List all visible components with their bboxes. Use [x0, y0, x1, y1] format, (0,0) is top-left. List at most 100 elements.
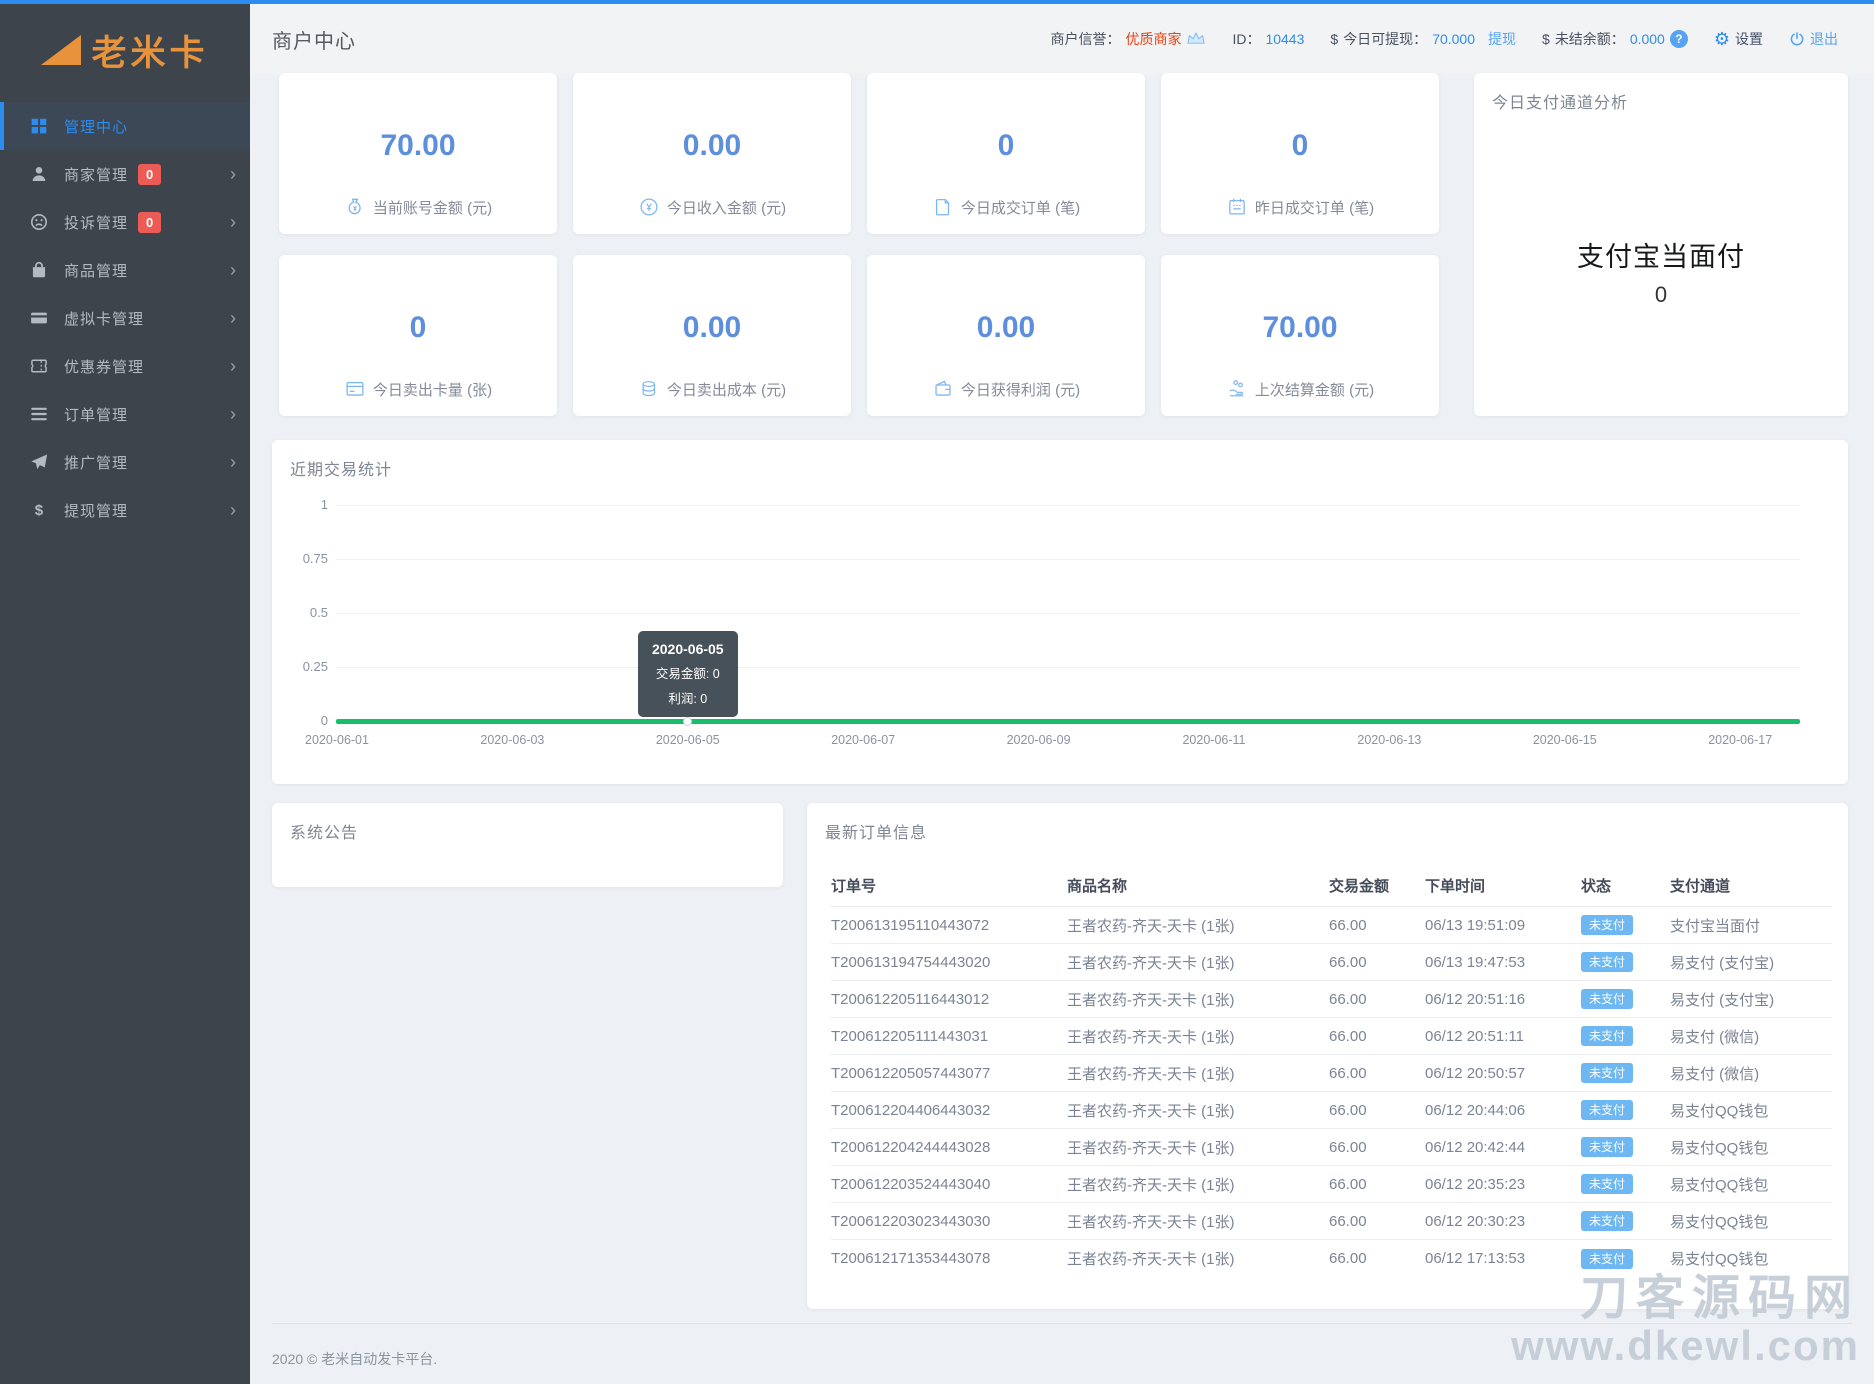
sidebar-item-coupon[interactable]: 优惠券管理 ›: [0, 342, 250, 390]
chevron-right-icon: ›: [230, 164, 236, 184]
column-header: 状态: [1581, 878, 1612, 895]
table-row: T200612203023443030 王者农药-齐天-天卡 (1张) 66.00 0…: [831, 1203, 1832, 1240]
cell-product: 王者农药-齐天-天卡 (1张): [1067, 1139, 1235, 1157]
id-value: 10443: [1265, 31, 1305, 47]
cell-amount: 66.00: [1329, 1212, 1367, 1230]
stat-value: 0: [997, 129, 1015, 162]
sell-card-icon: [344, 378, 366, 400]
reputation-value: 优质商家: [1125, 31, 1182, 47]
clipboard-icon: [932, 196, 954, 218]
watermark-line1: 刀客源码网: [1579, 1272, 1860, 1325]
stat-label: 当前账号金额 (元): [372, 199, 493, 217]
cell-time: 06/12 20:35:23: [1425, 1175, 1526, 1193]
main-area: 商户中心 商户信誉： 优质商家 ID： 10443 $ 今日可提现： 70.00…: [250, 4, 1874, 1384]
app-logo: 老米卡: [0, 4, 250, 96]
stat-label: 昨日成交订单 (笔): [1254, 199, 1375, 217]
status-badge: 未支付: [1581, 989, 1634, 1009]
cell-time: 06/13 19:51:09: [1425, 916, 1526, 934]
logout-group[interactable]: 退出: [1789, 29, 1838, 49]
cell-channel: 易支付QQ钱包: [1670, 1176, 1769, 1194]
x-axis-tick: 2020-06-05: [655, 733, 720, 747]
stat-value: 0: [1291, 129, 1309, 162]
logo-text: 老米卡: [91, 33, 209, 73]
table-row: T200612205111443031 王者农药-齐天-天卡 (1张) 66.00 0…: [831, 1018, 1832, 1055]
y-axis-tick: 0.5: [309, 605, 328, 620]
chart-gridline: [336, 559, 1800, 560]
x-axis-tick: 2020-06-07: [831, 733, 896, 747]
cell-channel: 易支付QQ钱包: [1670, 1213, 1769, 1231]
cell-amount: 66.00: [1329, 953, 1367, 971]
sidebar-item-label: 提现管理: [64, 502, 129, 520]
cell-product: 王者农药-齐天-天卡 (1张): [1067, 1065, 1235, 1083]
stat-value: 70.00: [1262, 311, 1338, 344]
cell-time: 06/12 20:30:23: [1425, 1212, 1526, 1230]
sidebar-item-withdraw[interactable]: $ 提现管理 ›: [0, 486, 250, 534]
cell-channel: 支付宝当面付: [1670, 917, 1761, 935]
orders-table: 订单号 商品名称 交易金额 下单时间 状态 支付通道 T200613195110443072…: [831, 865, 1832, 1277]
withdrawable-label: 今日可提现：: [1343, 31, 1428, 47]
cell-amount: 66.00: [1329, 1101, 1367, 1119]
sidebar-item-dashboard[interactable]: 管理中心: [0, 102, 250, 150]
cell-time: 06/13 19:47:53: [1425, 953, 1526, 971]
stat-value: 70.00: [380, 129, 456, 162]
settings-group[interactable]: ⚙ 设置: [1714, 29, 1763, 49]
merchant-icon: [29, 164, 49, 184]
sidebar-item-complaint[interactable]: 投诉管理 0 ›: [0, 198, 250, 246]
footer-text: 2020 © 老米自动发卡平台.: [272, 1351, 438, 1367]
sidebar-item-merchant[interactable]: 商家管理 0 ›: [0, 150, 250, 198]
reputation-label: 商户信誉：: [1050, 31, 1121, 47]
power-icon: [1789, 31, 1805, 47]
logout-button[interactable]: 退出: [1810, 29, 1838, 49]
table-row: T200612204406443032 王者农药-齐天-天卡 (1张) 66.00 0…: [831, 1092, 1832, 1129]
header-bar: 商户中心 商户信誉： 优质商家 ID： 10443 $ 今日可提现： 70.00…: [250, 4, 1874, 74]
help-icon[interactable]: ?: [1669, 30, 1688, 48]
cell-order-no: T200612205116443012: [831, 990, 990, 1008]
sidebar-item-order[interactable]: 订单管理 ›: [0, 390, 250, 438]
cell-order-no: T200612204406443032: [831, 1101, 991, 1119]
count-badge: 0: [138, 211, 162, 233]
cell-order-no: T200612171353443078: [831, 1250, 991, 1267]
x-axis-tick: 2020-06-13: [1357, 733, 1422, 747]
settings-button[interactable]: 设置: [1735, 29, 1763, 49]
cell-product: 王者农药-齐天-天卡 (1张): [1067, 1176, 1235, 1194]
sidebar-item-label: 虚拟卡管理: [64, 310, 145, 328]
status-badge: 未支付: [1581, 952, 1634, 972]
merchant-id: ID： 10443: [1232, 29, 1304, 49]
orders-table-header: 订单号 商品名称 交易金额 下单时间 状态 支付通道: [831, 865, 1832, 907]
x-axis-tick: 2020-06-11: [1182, 733, 1246, 747]
cell-order-no: T200613195110443072: [831, 916, 990, 934]
chart-gridline: [336, 667, 1800, 668]
cell-channel: 易支付 (微信): [1670, 1065, 1760, 1083]
sidebar-item-virtual-card[interactable]: 虚拟卡管理 ›: [0, 294, 250, 342]
x-axis-tick: 2020-06-15: [1532, 733, 1597, 747]
table-row: T200613195110443072 王者农药-齐天-天卡 (1张) 66.00 0…: [831, 907, 1832, 944]
withdraw-link[interactable]: 提现: [1488, 29, 1516, 49]
y-axis-tick: 0.75: [302, 551, 328, 566]
payment-panel-title: 今日支付通道分析: [1492, 95, 1629, 112]
cell-product: 王者农药-齐天-天卡 (1张): [1067, 954, 1235, 972]
promotion-icon: [29, 452, 49, 472]
cell-time: 06/12 20:50:57: [1425, 1064, 1526, 1082]
watermark-line2: www.dkewl.com: [1511, 1322, 1860, 1370]
transactions-chart-panel: 近期交易统计 1 0.75 0.5 0.25 0 2020-06-01 2020-06-03…: [272, 440, 1848, 784]
cell-order-no: T200612204244443028: [831, 1138, 991, 1156]
stat-value: 0: [409, 311, 427, 344]
sidebar-item-label: 商家管理: [64, 166, 129, 184]
sidebar-item-label: 推广管理: [64, 454, 129, 472]
sidebar-item-product[interactable]: 商品管理 ›: [0, 246, 250, 294]
stat-label: 今日卖出卡量 (张): [372, 381, 493, 399]
y-axis-tick: 0: [320, 713, 328, 728]
sidebar-item-label: 投诉管理: [64, 214, 129, 232]
stat-label: 上次结算金额 (元): [1254, 381, 1375, 399]
logo-triangle-icon: [41, 35, 82, 65]
cell-product: 王者农药-齐天-天卡 (1张): [1067, 1213, 1235, 1231]
tooltip-line: 利润: 0: [668, 692, 708, 706]
sidebar-item-promotion[interactable]: 推广管理 ›: [0, 438, 250, 486]
sidebar-menu: 管理中心 商家管理 0 › 投诉管理 0 › 商品管理 › 虚拟卡管理 › 优惠券管理 › 订单管理 › 推广…: [0, 102, 250, 534]
cell-order-no: T200613194754443020: [831, 953, 991, 971]
money-bag-icon: [344, 196, 366, 218]
cell-amount: 66.00: [1329, 1064, 1367, 1082]
y-axis-tick: 0.25: [302, 659, 328, 674]
status-badge: 未支付: [1581, 1100, 1634, 1120]
complaint-icon: [29, 212, 49, 232]
